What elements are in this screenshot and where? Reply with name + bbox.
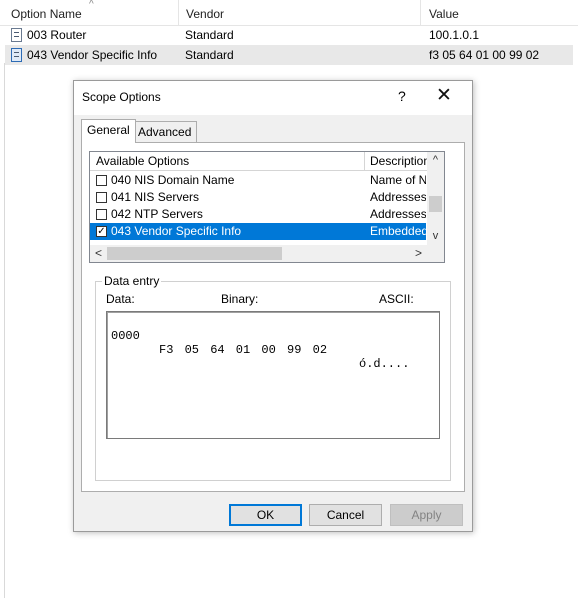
column-header-description[interactable]: Description [364,152,430,171]
scrollbar-corner [427,245,444,262]
ascii-bytes[interactable]: ó.d.... [359,357,409,371]
row-vendor: Standard [185,48,234,62]
option-description: Name of Ne [370,173,426,187]
option-row-nis-domain-name[interactable]: 040 NIS Domain Name Name of Ne [90,172,426,189]
list-row-vendor-specific-info[interactable]: 043 Vendor Specific Info Standard f3 05 … [5,45,573,65]
scope-options-dialog: Scope Options ? ✕ General Advanced Avail… [73,80,473,532]
hex-line: 0000 F3 05 64 01 00 99 02 ó.d.... [111,315,409,385]
option-icon [11,28,22,42]
column-header-value[interactable]: Value [418,0,568,26]
option-name: 040 NIS Domain Name [111,173,235,187]
row-option-name: 043 Vendor Specific Info [27,48,158,62]
binary-data-editor[interactable]: 0000 F3 05 64 01 00 99 02 ó.d.... [106,311,440,439]
vendor-option-icon [11,48,22,62]
vertical-scroll-thumb[interactable] [429,196,442,212]
close-icon[interactable]: ✕ [436,85,452,107]
options-list-header: Available Options Description [90,152,444,171]
option-name: 043 Vendor Specific Info [111,224,242,238]
options-vertical-scrollbar[interactable]: ^ v [427,152,444,245]
option-name: 042 NTP Servers [111,207,203,221]
available-options-list[interactable]: Available Options Description 040 NIS Do… [89,151,445,263]
horizontal-scroll-thumb[interactable] [107,247,282,260]
dialog-title: Scope Options [82,90,161,104]
row-value: 100.1.0.1 [429,28,480,42]
list-view-header: Option Name ^ Vendor Value [0,0,578,26]
hex-bytes[interactable]: F3 05 64 01 00 99 02 [159,343,327,357]
scroll-left-icon[interactable]: < [90,245,107,262]
option-checkbox[interactable] [96,175,107,186]
list-view-border [4,63,5,598]
option-name: 041 NIS Servers [111,190,200,204]
option-checkbox-checked[interactable]: ✓ [96,226,107,237]
ok-button[interactable]: OK [229,504,302,526]
option-checkbox[interactable] [96,192,107,203]
option-description: Embedded v [370,224,426,238]
tab-general[interactable]: General [81,119,136,143]
option-row-ntp-servers[interactable]: 042 NTP Servers Addresses c [90,206,426,223]
option-description: Addresses c [370,207,426,221]
list-row-router[interactable]: 003 Router Standard 100.1.0.1 [5,25,573,45]
option-checkbox[interactable] [96,209,107,220]
data-label: Data: [106,292,135,306]
options-horizontal-scrollbar[interactable]: < > [90,245,427,262]
row-value: f3 05 64 01 00 99 02 [429,48,540,62]
scroll-up-icon[interactable]: ^ [427,152,444,169]
option-row-vendor-specific-info[interactable]: ✓ 043 Vendor Specific Info Embedded v [90,223,426,240]
tab-advanced[interactable]: Advanced [132,121,198,143]
column-header-vendor[interactable]: Vendor [175,0,420,26]
binary-label: Binary: [221,292,259,306]
scroll-down-icon[interactable]: v [427,228,444,245]
scroll-right-icon[interactable]: > [410,245,427,262]
data-entry-legend: Data entry [102,274,162,288]
ascii-label: ASCII: [379,292,414,306]
cancel-button[interactable]: Cancel [309,504,382,526]
hex-address: 0000 [111,329,140,343]
apply-button[interactable]: Apply [390,504,463,526]
sort-ascending-icon: ^ [89,0,94,10]
column-header-available-options[interactable]: Available Options [90,152,364,171]
help-button[interactable]: ? [398,88,406,104]
row-option-name: 003 Router [27,28,87,42]
option-row-nis-servers[interactable]: 041 NIS Servers Addresses c [90,189,426,206]
dialog-title-bar[interactable]: Scope Options ? ✕ [74,81,472,115]
option-description: Addresses c [370,190,426,204]
row-vendor: Standard [185,28,234,42]
